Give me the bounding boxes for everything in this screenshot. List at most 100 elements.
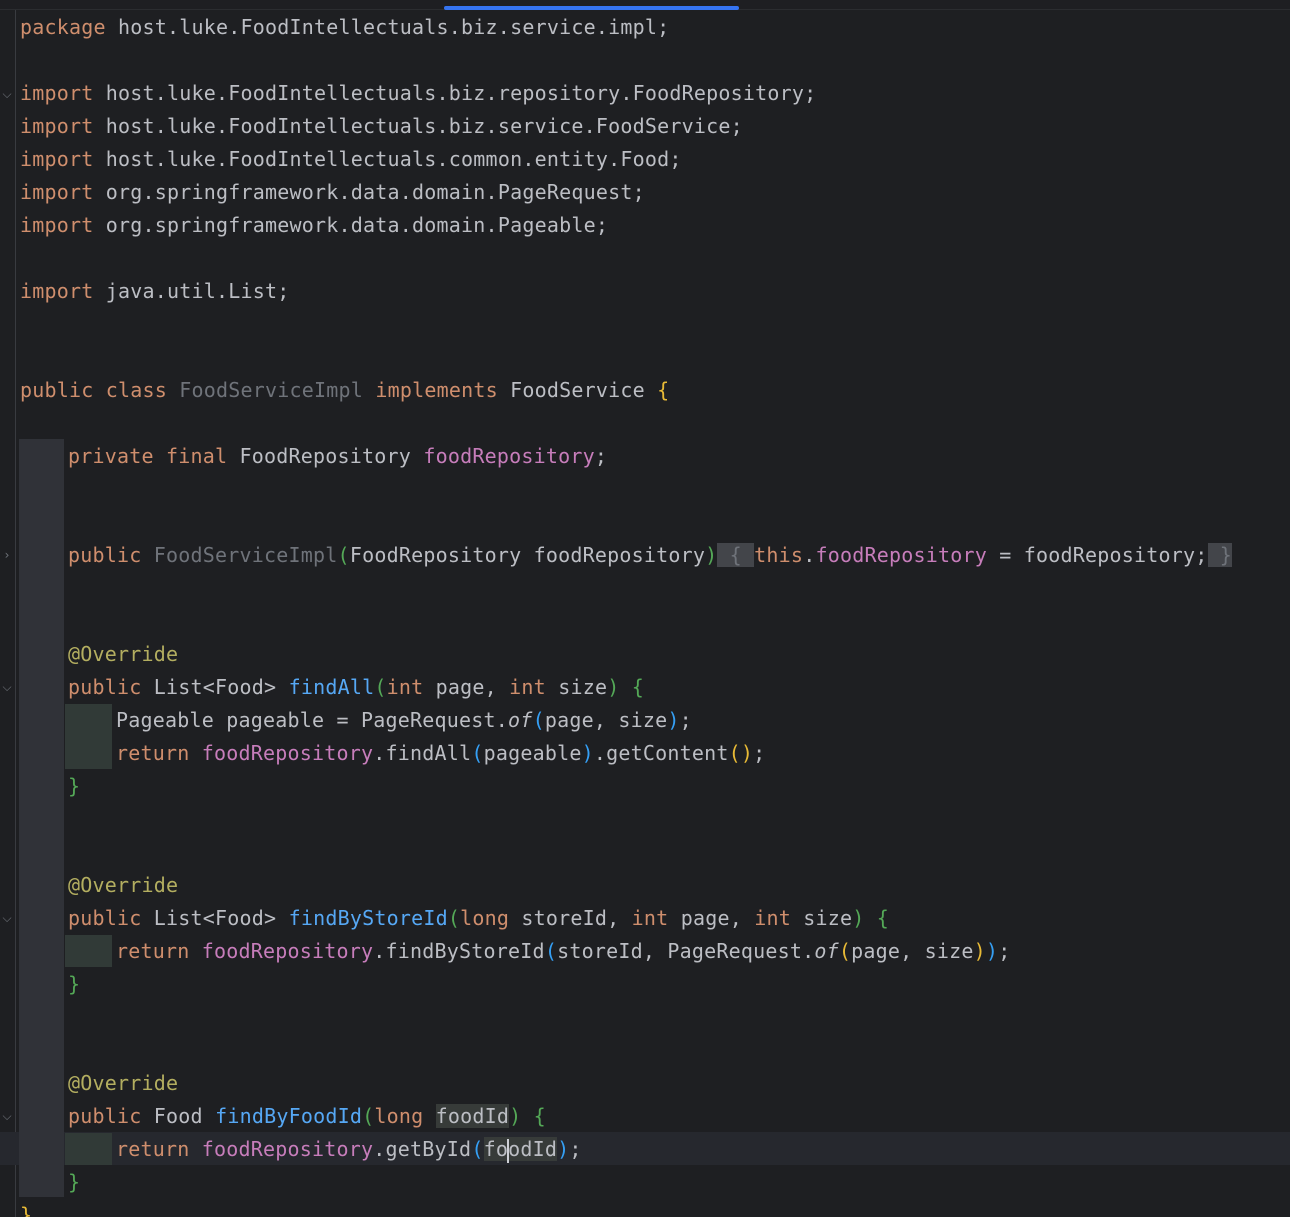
code-line-return[interactable]: return foodRepository.findByStoreId(stor… bbox=[116, 935, 1010, 968]
code-line-close-brace[interactable]: } bbox=[68, 968, 80, 1001]
code-line-annotation[interactable]: @Override bbox=[68, 638, 178, 671]
brace: { bbox=[729, 543, 742, 567]
field-name: foodRepository bbox=[201, 741, 374, 765]
import-path: host.luke.FoodIntellectuals.common.entit… bbox=[105, 147, 682, 171]
semicolon: ; bbox=[998, 939, 1011, 963]
semicolon: ; bbox=[594, 444, 608, 468]
semicolon: ; bbox=[753, 741, 766, 765]
assignment: = foodRepository; bbox=[986, 543, 1208, 567]
code-line-field[interactable]: private final FoodRepository foodReposit… bbox=[68, 440, 607, 473]
method-name: findByStoreId bbox=[288, 906, 448, 930]
import-path: host.luke.FoodIntellectuals.biz.reposito… bbox=[105, 81, 817, 105]
code-line-method-signature[interactable]: public List<Food> findAll(int page, int … bbox=[68, 671, 644, 704]
code-line-statement[interactable]: Pageable pageable = PageRequest.of(page,… bbox=[116, 704, 692, 737]
fold-imports-icon[interactable]: ⌵ bbox=[0, 86, 14, 102]
fold-find-all-icon[interactable]: ⌵ bbox=[0, 679, 14, 695]
code-line-annotation[interactable]: @Override bbox=[68, 869, 178, 902]
keyword: package bbox=[20, 15, 106, 39]
return-type: List<Food> bbox=[153, 675, 277, 699]
code-line-package[interactable]: package host.luke.FoodIntellectuals.biz.… bbox=[20, 11, 669, 44]
argument-text: odId bbox=[508, 1137, 558, 1161]
code-line-close-brace[interactable]: } bbox=[68, 1166, 80, 1199]
arguments: page, size bbox=[851, 939, 974, 963]
keyword: private final bbox=[68, 444, 228, 468]
paren: ) bbox=[557, 1137, 570, 1161]
code-line-import[interactable]: import org.springframework.data.domain.P… bbox=[20, 176, 645, 209]
keyword: import bbox=[20, 180, 94, 204]
interface-name: FoodService bbox=[510, 378, 645, 402]
keyword: public bbox=[68, 1104, 142, 1128]
paren: ( bbox=[374, 675, 387, 699]
indent-guide-find-all-body bbox=[65, 704, 112, 769]
brace: } bbox=[20, 1203, 33, 1217]
import-path: host.luke.FoodIntellectuals.biz.service.… bbox=[105, 114, 743, 138]
parameter-name: foodRepository bbox=[533, 543, 706, 567]
import-path: org.springframework.data.domain.PageRequ… bbox=[105, 180, 645, 204]
arguments: pageable bbox=[483, 741, 582, 765]
active-tab-indicator bbox=[444, 6, 739, 10]
keyword: public bbox=[68, 675, 142, 699]
keyword: implements bbox=[375, 378, 498, 402]
parameter-name: size bbox=[558, 675, 608, 699]
parameter-name: size bbox=[803, 906, 853, 930]
expand-constructor-icon[interactable]: › bbox=[0, 547, 14, 563]
code-line-class-close[interactable]: } bbox=[20, 1199, 32, 1217]
paren: ) bbox=[509, 1104, 522, 1128]
method-name: findAll bbox=[288, 675, 375, 699]
keyword: int bbox=[631, 906, 669, 930]
parameter-name: page, bbox=[435, 675, 497, 699]
fold-find-by-food-id-icon[interactable]: ⌵ bbox=[0, 1108, 14, 1124]
annotation: @Override bbox=[68, 1071, 179, 1095]
keyword: int bbox=[509, 675, 546, 699]
brace: } bbox=[1219, 543, 1233, 567]
code-line-import[interactable]: import org.springframework.data.domain.P… bbox=[20, 209, 608, 242]
package-name: host.luke.FoodIntellectuals.biz.service.… bbox=[118, 15, 670, 39]
method-name: findByFoodId bbox=[215, 1104, 363, 1128]
code-line-annotation[interactable]: @Override bbox=[68, 1067, 178, 1100]
code-line-constructor[interactable]: public FoodServiceImpl(FoodRepository fo… bbox=[68, 539, 1233, 572]
code-editor[interactable]: ⌵ › ⌵ ⌵ ⌵ package host.luke.FoodIntellec… bbox=[0, 0, 1290, 1217]
argument-text: fo bbox=[483, 1137, 509, 1161]
argument-highlighted: foodId bbox=[483, 1137, 558, 1163]
import-path: java.util.List; bbox=[105, 279, 290, 303]
paren: ( bbox=[362, 1104, 375, 1128]
import-path: org.springframework.data.domain.Pageable… bbox=[105, 213, 609, 237]
keyword: import bbox=[20, 114, 94, 138]
brace: } bbox=[68, 972, 81, 996]
code-line-return-current[interactable]: return foodRepository.getById(foodId); bbox=[116, 1133, 582, 1166]
code-line-method-signature[interactable]: public Food findByFoodId(long foodId) { bbox=[68, 1100, 546, 1133]
keyword: long bbox=[460, 906, 510, 930]
paren: ( bbox=[447, 906, 461, 930]
method-call: .getContent bbox=[593, 741, 729, 765]
code-line-import[interactable]: import host.luke.FoodIntellectuals.commo… bbox=[20, 143, 682, 176]
code-line-import[interactable]: import java.util.List; bbox=[20, 275, 290, 308]
code-line-class-declaration[interactable]: public class FoodServiceImpl implements … bbox=[20, 374, 669, 407]
folded-brace: } bbox=[1207, 543, 1233, 567]
code-line-close-brace[interactable]: } bbox=[68, 770, 80, 803]
code-line-method-signature[interactable]: public List<Food> findByStoreId(long sto… bbox=[68, 902, 889, 935]
keyword: public bbox=[68, 906, 142, 930]
constructor-name: FoodServiceImpl bbox=[153, 543, 338, 567]
paren: ( bbox=[532, 708, 545, 732]
keyword: return bbox=[116, 939, 190, 963]
code-line-import[interactable]: import host.luke.FoodIntellectuals.biz.s… bbox=[20, 110, 743, 143]
method-call: .getById bbox=[373, 1137, 472, 1161]
keyword: import bbox=[20, 279, 94, 303]
keyword: long bbox=[374, 1104, 424, 1128]
indent-guide-find-by-food-id-body bbox=[65, 1133, 112, 1165]
brace: { bbox=[657, 378, 670, 402]
semicolon: ; bbox=[569, 1137, 582, 1161]
indent-guide-find-by-store-id-body bbox=[65, 935, 112, 967]
paren: ) bbox=[607, 675, 620, 699]
paren: ) bbox=[852, 906, 865, 930]
paren: ( bbox=[471, 741, 484, 765]
paren: ) bbox=[667, 708, 680, 732]
code-line-import[interactable]: import host.luke.FoodIntellectuals.biz.r… bbox=[20, 77, 816, 110]
paren: ) bbox=[705, 543, 718, 567]
return-type: Food bbox=[153, 1104, 203, 1128]
annotation: @Override bbox=[68, 642, 179, 666]
fold-find-by-store-id-icon[interactable]: ⌵ bbox=[0, 910, 14, 926]
paren: ) bbox=[973, 939, 986, 963]
code-line-return[interactable]: return foodRepository.findAll(pageable).… bbox=[116, 737, 765, 770]
indent-guide-class-body bbox=[19, 439, 64, 1197]
